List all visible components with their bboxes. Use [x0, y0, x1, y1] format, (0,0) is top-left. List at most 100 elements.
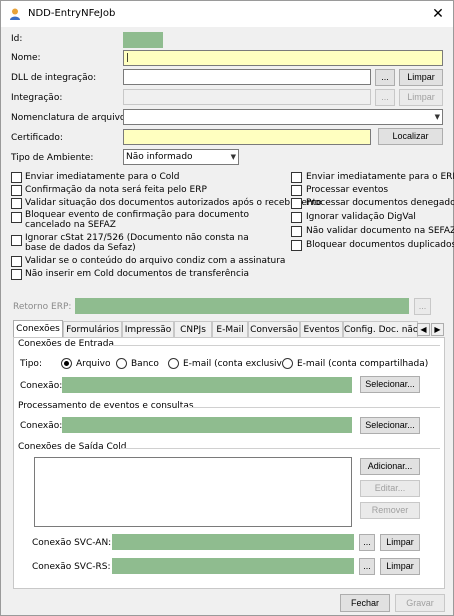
saida-cold-list[interactable] — [34, 457, 352, 527]
certificado-label: Certificado: — [11, 133, 63, 143]
checkbox-ignorar-digval[interactable] — [291, 212, 302, 223]
tab-email[interactable]: E-Mail — [212, 321, 248, 338]
id-label: Id: — [11, 34, 23, 44]
checkbox-bloquear-evento-label-cont: cancelado na SEFAZ — [25, 220, 116, 230]
radio-email-compartilhada-label: E-mail (conta compartilhada) — [297, 359, 429, 369]
chevron-down-icon: ▼ — [230, 153, 236, 161]
checkbox-validar-situacao-label: Validar situação dos documentos autoriza… — [25, 198, 322, 208]
checkbox-bloquear-evento[interactable] — [11, 212, 22, 223]
svc-rs-browse-button[interactable]: ... — [359, 558, 375, 575]
saida-group-divider — [120, 448, 440, 449]
checkbox-processar-denegados[interactable] — [291, 198, 302, 209]
retorno-erp-browse-button: ... — [414, 298, 431, 315]
entrada-group-header: Conexões de Entrada — [18, 339, 114, 349]
title-bar: NDD-EntryNFeJob ✕ — [1, 1, 453, 27]
checkbox-validar-assinatura-label: Validar se o conteúdo do arquivo condiz … — [25, 256, 286, 266]
selecionar-eventos-button[interactable]: Selecionar... — [360, 417, 420, 434]
checkbox-enviar-erp-label: Enviar imediatamente para o ERP — [306, 172, 454, 182]
radio-banco-label: Banco — [131, 359, 159, 369]
checkbox-enviar-erp[interactable] — [291, 172, 302, 183]
eventos-group-header: Processamento de eventos e consultas — [18, 401, 194, 411]
tab-eventos[interactable]: Eventos — [300, 321, 343, 338]
checkbox-processar-denegados-label: Processar documentos denegados — [306, 198, 454, 208]
tab-scroll-left-icon[interactable]: ◀ — [417, 323, 430, 336]
svc-an-browse-button[interactable]: ... — [359, 534, 375, 551]
conexao-eventos-label: Conexão: — [20, 421, 63, 431]
dll-input[interactable] — [123, 69, 371, 85]
checkbox-validar-assinatura[interactable] — [11, 256, 22, 267]
close-icon[interactable]: ✕ — [425, 3, 451, 25]
svc-an-limpar-button[interactable]: Limpar — [380, 534, 420, 551]
checkbox-nao-inserir-cold-label: Não inserir em Cold documentos de transf… — [25, 269, 249, 279]
tab-config-doc[interactable]: Config. Doc. não — [343, 321, 418, 338]
gravar-button: Gravar — [395, 594, 445, 612]
checkbox-processar-eventos-label: Processar eventos — [306, 185, 389, 195]
remover-button: Remover — [360, 502, 420, 519]
tab-scroll-right-icon[interactable]: ▶ — [431, 323, 444, 336]
integracao-limpar-button: Limpar — [399, 89, 443, 106]
tab-formularios[interactable]: Formulários — [63, 321, 122, 338]
radio-arquivo-label: Arquivo — [76, 359, 111, 369]
app-user-icon — [10, 8, 20, 20]
svc-an-label: Conexão SVC-AN: — [32, 538, 112, 548]
checkbox-enviar-cold[interactable] — [11, 172, 22, 183]
tab-panel-conexoes: Conexões de Entrada Tipo: Arquivo Banco … — [13, 337, 445, 589]
conexao-eventos-field — [62, 417, 352, 433]
eventos-group-divider — [180, 407, 440, 408]
radio-arquivo[interactable] — [61, 358, 72, 369]
nome-input[interactable]: | — [123, 50, 443, 66]
checkbox-validar-situacao[interactable] — [11, 198, 22, 209]
localizar-button[interactable]: Localizar — [378, 128, 443, 145]
integracao-input — [123, 89, 371, 105]
radio-email-exclusiva-label: E-mail (conta exclusiva) — [183, 359, 291, 369]
conexao-entrada-field — [62, 377, 352, 393]
radio-email-exclusiva[interactable] — [168, 358, 179, 369]
svc-rs-label: Conexão SVC-RS: — [32, 562, 111, 572]
nomenclatura-label: Nomenclatura de arquivo: — [11, 113, 129, 123]
window-title: NDD-EntryNFeJob — [28, 8, 116, 19]
dll-browse-button[interactable]: ... — [375, 69, 395, 86]
tipo-ambiente-value: Não informado — [126, 152, 193, 162]
radio-email-compartilhada[interactable] — [282, 358, 293, 369]
conexao-entrada-label: Conexão: — [20, 381, 63, 391]
checkbox-confirmacao-erp[interactable] — [11, 185, 22, 196]
checkbox-nao-inserir-cold[interactable] — [11, 269, 22, 280]
tab-conversao[interactable]: Conversão — [248, 321, 300, 338]
tab-cnpjs[interactable]: CNPJs — [174, 321, 212, 338]
editar-button: Editar... — [360, 480, 420, 497]
saida-group-header: Conexões de Saída Cold — [18, 442, 127, 452]
checkbox-processar-eventos[interactable] — [291, 185, 302, 196]
tipo-ambiente-label: Tipo de Ambiente: — [11, 153, 94, 163]
integracao-label: Integração: — [11, 93, 63, 103]
nomenclatura-select[interactable]: ▼ — [123, 109, 443, 125]
svc-rs-limpar-button[interactable]: Limpar — [380, 558, 420, 575]
checkbox-enviar-cold-label: Enviar imediatamente para o Cold — [25, 172, 180, 182]
checkbox-bloquear-duplicados-label: Bloquear documentos duplicados — [306, 240, 454, 250]
radio-banco[interactable] — [116, 358, 127, 369]
integracao-browse-button: ... — [375, 89, 395, 106]
selecionar-entrada-button[interactable]: Selecionar... — [360, 376, 420, 393]
checkbox-ignorar-cstat[interactable] — [11, 235, 22, 246]
checkbox-nao-validar-sefaz[interactable] — [291, 226, 302, 237]
dll-limpar-button[interactable]: Limpar — [399, 69, 443, 86]
retorno-erp-field — [75, 298, 409, 314]
adicionar-button[interactable]: Adicionar... — [360, 458, 420, 475]
certificado-input[interactable] — [123, 129, 371, 145]
tipo-label: Tipo: — [20, 359, 42, 369]
checkbox-confirmacao-erp-label: Confirmação da nota será feita pelo ERP — [25, 185, 207, 195]
checkbox-ignorar-cstat-label-cont: base de dados da Sefaz) — [25, 243, 136, 253]
svc-an-field — [112, 534, 354, 550]
nome-input-value: | — [126, 53, 130, 63]
checkbox-bloquear-duplicados[interactable] — [291, 240, 302, 251]
tab-impressao[interactable]: Impressão — [122, 321, 174, 338]
dll-label: DLL de integração: — [11, 73, 97, 83]
entrada-group-divider — [110, 345, 440, 346]
checkbox-nao-validar-sefaz-label: Não validar documento na SEFAZ — [306, 226, 454, 236]
fechar-button[interactable]: Fechar — [340, 594, 390, 612]
nome-label: Nome: — [11, 53, 41, 63]
main-window: NDD-EntryNFeJob ✕ Id: Nome: | DLL de int… — [0, 0, 454, 616]
checkbox-ignorar-digval-label: Ignorar validação DigVal — [306, 212, 416, 222]
tipo-ambiente-select[interactable]: Não informado ▼ — [123, 149, 239, 165]
svc-rs-field — [112, 558, 354, 574]
id-field — [123, 32, 163, 48]
